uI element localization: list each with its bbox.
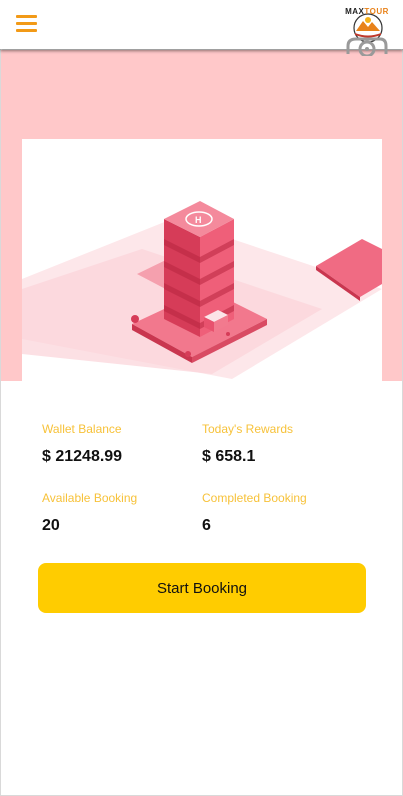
maxtour-logo[interactable]: MAXTOUR <box>342 4 392 58</box>
svg-text:H: H <box>195 215 202 225</box>
completed-booking-label: Completed Booking <box>202 491 307 505</box>
logo-wordmark: MAXTOUR <box>345 7 389 16</box>
top-bar: MAXTOUR <box>0 0 403 58</box>
wallet-balance-stat: Wallet Balance $ 21248.99 <box>42 420 202 467</box>
start-booking-button[interactable]: Start Booking <box>38 563 366 613</box>
wallet-balance-label: Wallet Balance <box>42 422 122 436</box>
wallet-balance-value: $ 21248.99 <box>42 448 123 465</box>
todays-rewards-value: $ 658.1 <box>202 448 256 465</box>
available-booking-label: Available Booking <box>42 491 138 505</box>
hamburger-menu-icon[interactable] <box>16 15 37 33</box>
available-booking-value: 20 <box>42 517 60 534</box>
available-booking-stat: Available Booking 20 <box>42 489 202 536</box>
todays-rewards-stat: Today's Rewards $ 658.1 <box>202 420 362 467</box>
completed-booking-value: 6 <box>202 517 211 534</box>
hero-illustration-card: H <box>22 139 382 389</box>
todays-rewards-label: Today's Rewards <box>202 422 293 436</box>
completed-booking-stat: Completed Booking 6 <box>202 489 362 536</box>
isometric-building-icon: H <box>22 201 382 379</box>
